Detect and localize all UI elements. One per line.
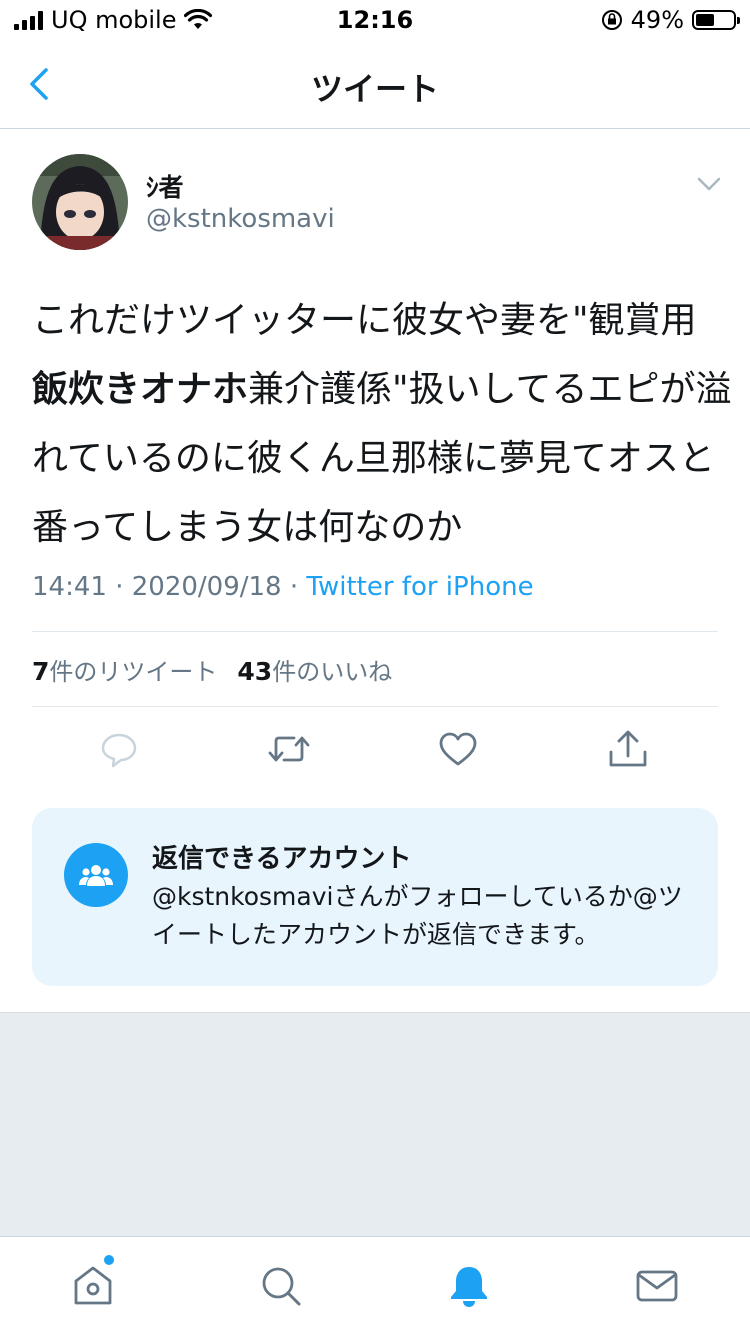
home-notification-dot	[104, 1255, 114, 1265]
empty-replies-area	[0, 1012, 750, 1237]
orientation-lock-icon	[601, 10, 622, 30]
like-count[interactable]: 43件のいいね	[237, 652, 392, 687]
avatar[interactable]	[32, 154, 128, 250]
divider	[32, 706, 718, 707]
page-title: ツイート	[310, 70, 439, 108]
messages-icon	[636, 1270, 678, 1302]
divider	[32, 631, 718, 632]
reply-icon	[101, 733, 137, 768]
tweet-text: これだけツイッターに彼女や妻を"観賞用飯炊きオナホ兼介護係"扱いしてるエピが溢れ…	[32, 286, 732, 562]
tab-notifications[interactable]	[442, 1259, 496, 1313]
display-name[interactable]: ｼ者	[146, 168, 184, 204]
tab-bar	[0, 1236, 750, 1335]
like-button[interactable]	[431, 722, 485, 776]
retweet-count[interactable]: 7件のリツイート	[32, 652, 217, 687]
notifications-icon	[451, 1267, 487, 1307]
tab-messages[interactable]	[630, 1259, 684, 1313]
nav-bar: ツイート	[0, 40, 750, 129]
home-icon	[74, 1266, 112, 1305]
tab-search[interactable]	[254, 1259, 308, 1313]
status-right: 49%	[601, 6, 740, 34]
chevron-down-icon[interactable]	[694, 172, 724, 196]
search-icon	[262, 1267, 301, 1306]
battery-icon	[692, 10, 740, 30]
tweet-source-link[interactable]: Twitter for iPhone	[306, 572, 533, 602]
tweet-text-part: これだけツイッターに彼女や妻を"観賞用	[32, 300, 697, 341]
people-icon	[64, 843, 128, 907]
retweet-button[interactable]	[262, 722, 316, 776]
user-handle[interactable]: @kstnkosmavi	[146, 204, 335, 234]
action-bar	[0, 722, 750, 776]
share-button[interactable]	[601, 722, 655, 776]
reply-restriction-title: 返信できるアカウント	[152, 844, 412, 874]
tab-home[interactable]	[66, 1259, 120, 1313]
tweet-time: 14:41	[32, 572, 107, 602]
tweet-meta: 14:41 · 2020/09/18 · Twitter for iPhone	[32, 572, 534, 602]
reply-restriction-description: @kstnkosmaviさんがフォローしているか@ツイートしたアカウントが返信で…	[152, 882, 683, 949]
retweet-icon	[268, 736, 310, 762]
status-bar: UQ mobile 12:16 49%	[0, 0, 750, 40]
reply-restriction-box: 返信できるアカウント @kstnkosmaviさんがフォローしているか@ツイート…	[32, 808, 718, 986]
share-icon	[609, 730, 647, 767]
heart-icon	[439, 732, 477, 766]
tweet-date: 2020/09/18	[131, 572, 282, 602]
reply-button[interactable]	[92, 722, 146, 776]
battery-percent: 49%	[630, 6, 684, 34]
tweet-text-bold: 飯炊きオナホ	[32, 369, 249, 410]
engagement-counts: 7件のリツイート 43件のいいね	[32, 652, 392, 687]
